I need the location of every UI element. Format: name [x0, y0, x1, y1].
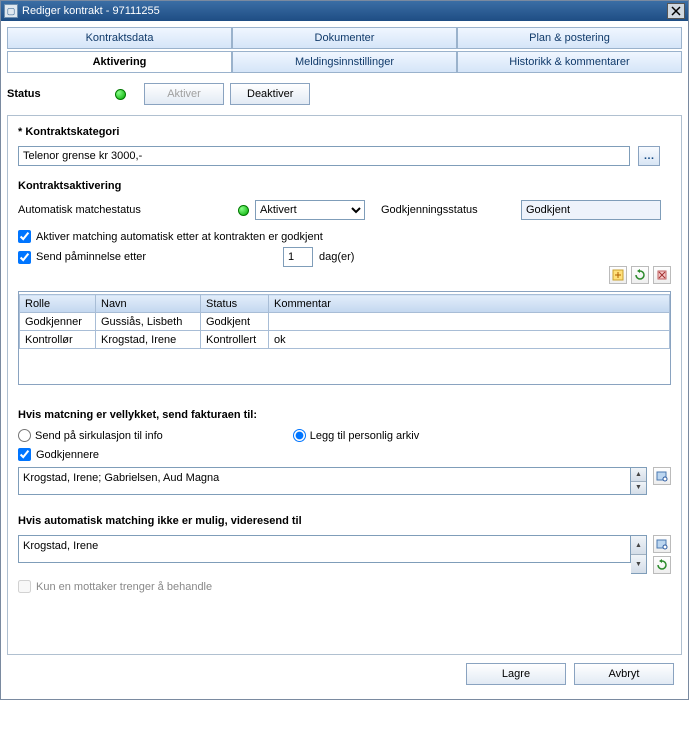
- reminder-days-input[interactable]: [283, 247, 313, 267]
- tab-aktivering[interactable]: Aktivering: [7, 51, 232, 73]
- deaktiver-button[interactable]: Deaktiver: [230, 83, 310, 105]
- single-recipient-label: Kun en mottaker trenger å behandle: [36, 581, 212, 593]
- no-match-heading: Hvis automatisk matching ikke er mulig, …: [18, 515, 671, 527]
- approval-table: Rolle Navn Status Kommentar Godkjenner G…: [18, 291, 671, 385]
- col-status[interactable]: Status: [201, 295, 269, 313]
- match-recipients-lookup-icon[interactable]: [653, 467, 671, 485]
- reminder-days-suffix: dag(er): [319, 251, 354, 263]
- match-recipients-input[interactable]: Krogstad, Irene; Gabrielsen, Aud Magna: [18, 467, 631, 495]
- tabs-row-2: Aktivering Meldingsinnstillinger Histori…: [7, 51, 682, 73]
- auto-matchstatus-label: Automatisk matchestatus: [18, 204, 141, 216]
- table-refresh-icon[interactable]: [631, 266, 649, 284]
- status-label: Status: [7, 88, 115, 100]
- auto-status-indicator-icon: [238, 205, 249, 216]
- aktiver-auto-label: Aktiver matching automatisk etter at kon…: [36, 231, 323, 243]
- save-button[interactable]: Lagre: [466, 663, 566, 685]
- radio-personlig-arkiv[interactable]: Legg til personlig arkiv: [293, 429, 419, 442]
- nomatch-lookup-icon[interactable]: [653, 535, 671, 553]
- tab-kontraktsdata[interactable]: Kontraktsdata: [7, 27, 232, 49]
- single-recipient-checkbox: [18, 580, 31, 593]
- kontraktsaktivering-heading: Kontraktsaktivering: [18, 180, 671, 192]
- if-match-heading: Hvis matcning er vellykket, send faktura…: [18, 409, 671, 421]
- tab-historikk-kommentarer[interactable]: Historikk & kommentarer: [457, 51, 682, 73]
- table-header-row: Rolle Navn Status Kommentar: [20, 295, 670, 313]
- spinner-up-icon[interactable]: ▲: [631, 536, 646, 555]
- godkjennere-checkbox[interactable]: [18, 448, 31, 461]
- send-reminder-label: Send påminnelse etter: [36, 251, 283, 263]
- aktiver-button: Aktiver: [144, 83, 224, 105]
- radio-sirkulasjon[interactable]: Send på sirkulasjon til info: [18, 429, 163, 442]
- nomatch-recipients-spinner[interactable]: ▲▼: [631, 535, 647, 574]
- close-button[interactable]: [667, 3, 685, 19]
- kontraktskategori-input[interactable]: [18, 146, 630, 166]
- nomatch-refresh-icon[interactable]: [653, 556, 671, 574]
- aktiver-auto-checkbox[interactable]: [18, 230, 31, 243]
- tab-meldingsinnstillinger[interactable]: Meldingsinnstillinger: [232, 51, 457, 73]
- spinner-down-icon[interactable]: ▼: [631, 482, 646, 495]
- table-row[interactable]: Godkjenner Gussiås, Lisbeth Godkjent: [20, 313, 670, 331]
- table-row[interactable]: Kontrollør Krogstad, Irene Kontrollert o…: [20, 331, 670, 349]
- godkjenningsstatus-field: [521, 200, 661, 220]
- table-delete-icon[interactable]: [653, 266, 671, 284]
- spinner-down-icon[interactable]: ▼: [631, 555, 646, 573]
- status-indicator-icon: [115, 89, 126, 100]
- col-kommentar[interactable]: Kommentar: [269, 295, 670, 313]
- table-add-icon[interactable]: [609, 266, 627, 284]
- godkjenningsstatus-label: Godkjenningsstatus: [381, 204, 521, 216]
- app-icon: ▢: [4, 4, 18, 18]
- col-rolle[interactable]: Rolle: [20, 295, 96, 313]
- nomatch-recipients-input[interactable]: Krogstad, Irene: [18, 535, 631, 563]
- tabs-row-1: Kontraktsdata Dokumenter Plan & posterin…: [7, 27, 682, 49]
- spinner-up-icon[interactable]: ▲: [631, 468, 646, 482]
- col-navn[interactable]: Navn: [96, 295, 201, 313]
- cancel-button[interactable]: Avbryt: [574, 663, 674, 685]
- titlebar: ▢ Rediger kontrakt - 97111255: [1, 1, 688, 21]
- kontraktskategori-label: * Kontraktskategori: [18, 126, 671, 138]
- match-recipients-spinner[interactable]: ▲▼: [631, 467, 647, 495]
- auto-matchstatus-select[interactable]: Aktivert: [255, 200, 365, 220]
- godkjennere-label: Godkjennere: [36, 449, 99, 461]
- window-title: Rediger kontrakt - 97111255: [22, 5, 667, 17]
- send-reminder-checkbox[interactable]: [18, 251, 31, 264]
- kontraktskategori-browse-button[interactable]: …: [638, 146, 660, 166]
- tab-dokumenter[interactable]: Dokumenter: [232, 27, 457, 49]
- tab-plan-postering[interactable]: Plan & postering: [457, 27, 682, 49]
